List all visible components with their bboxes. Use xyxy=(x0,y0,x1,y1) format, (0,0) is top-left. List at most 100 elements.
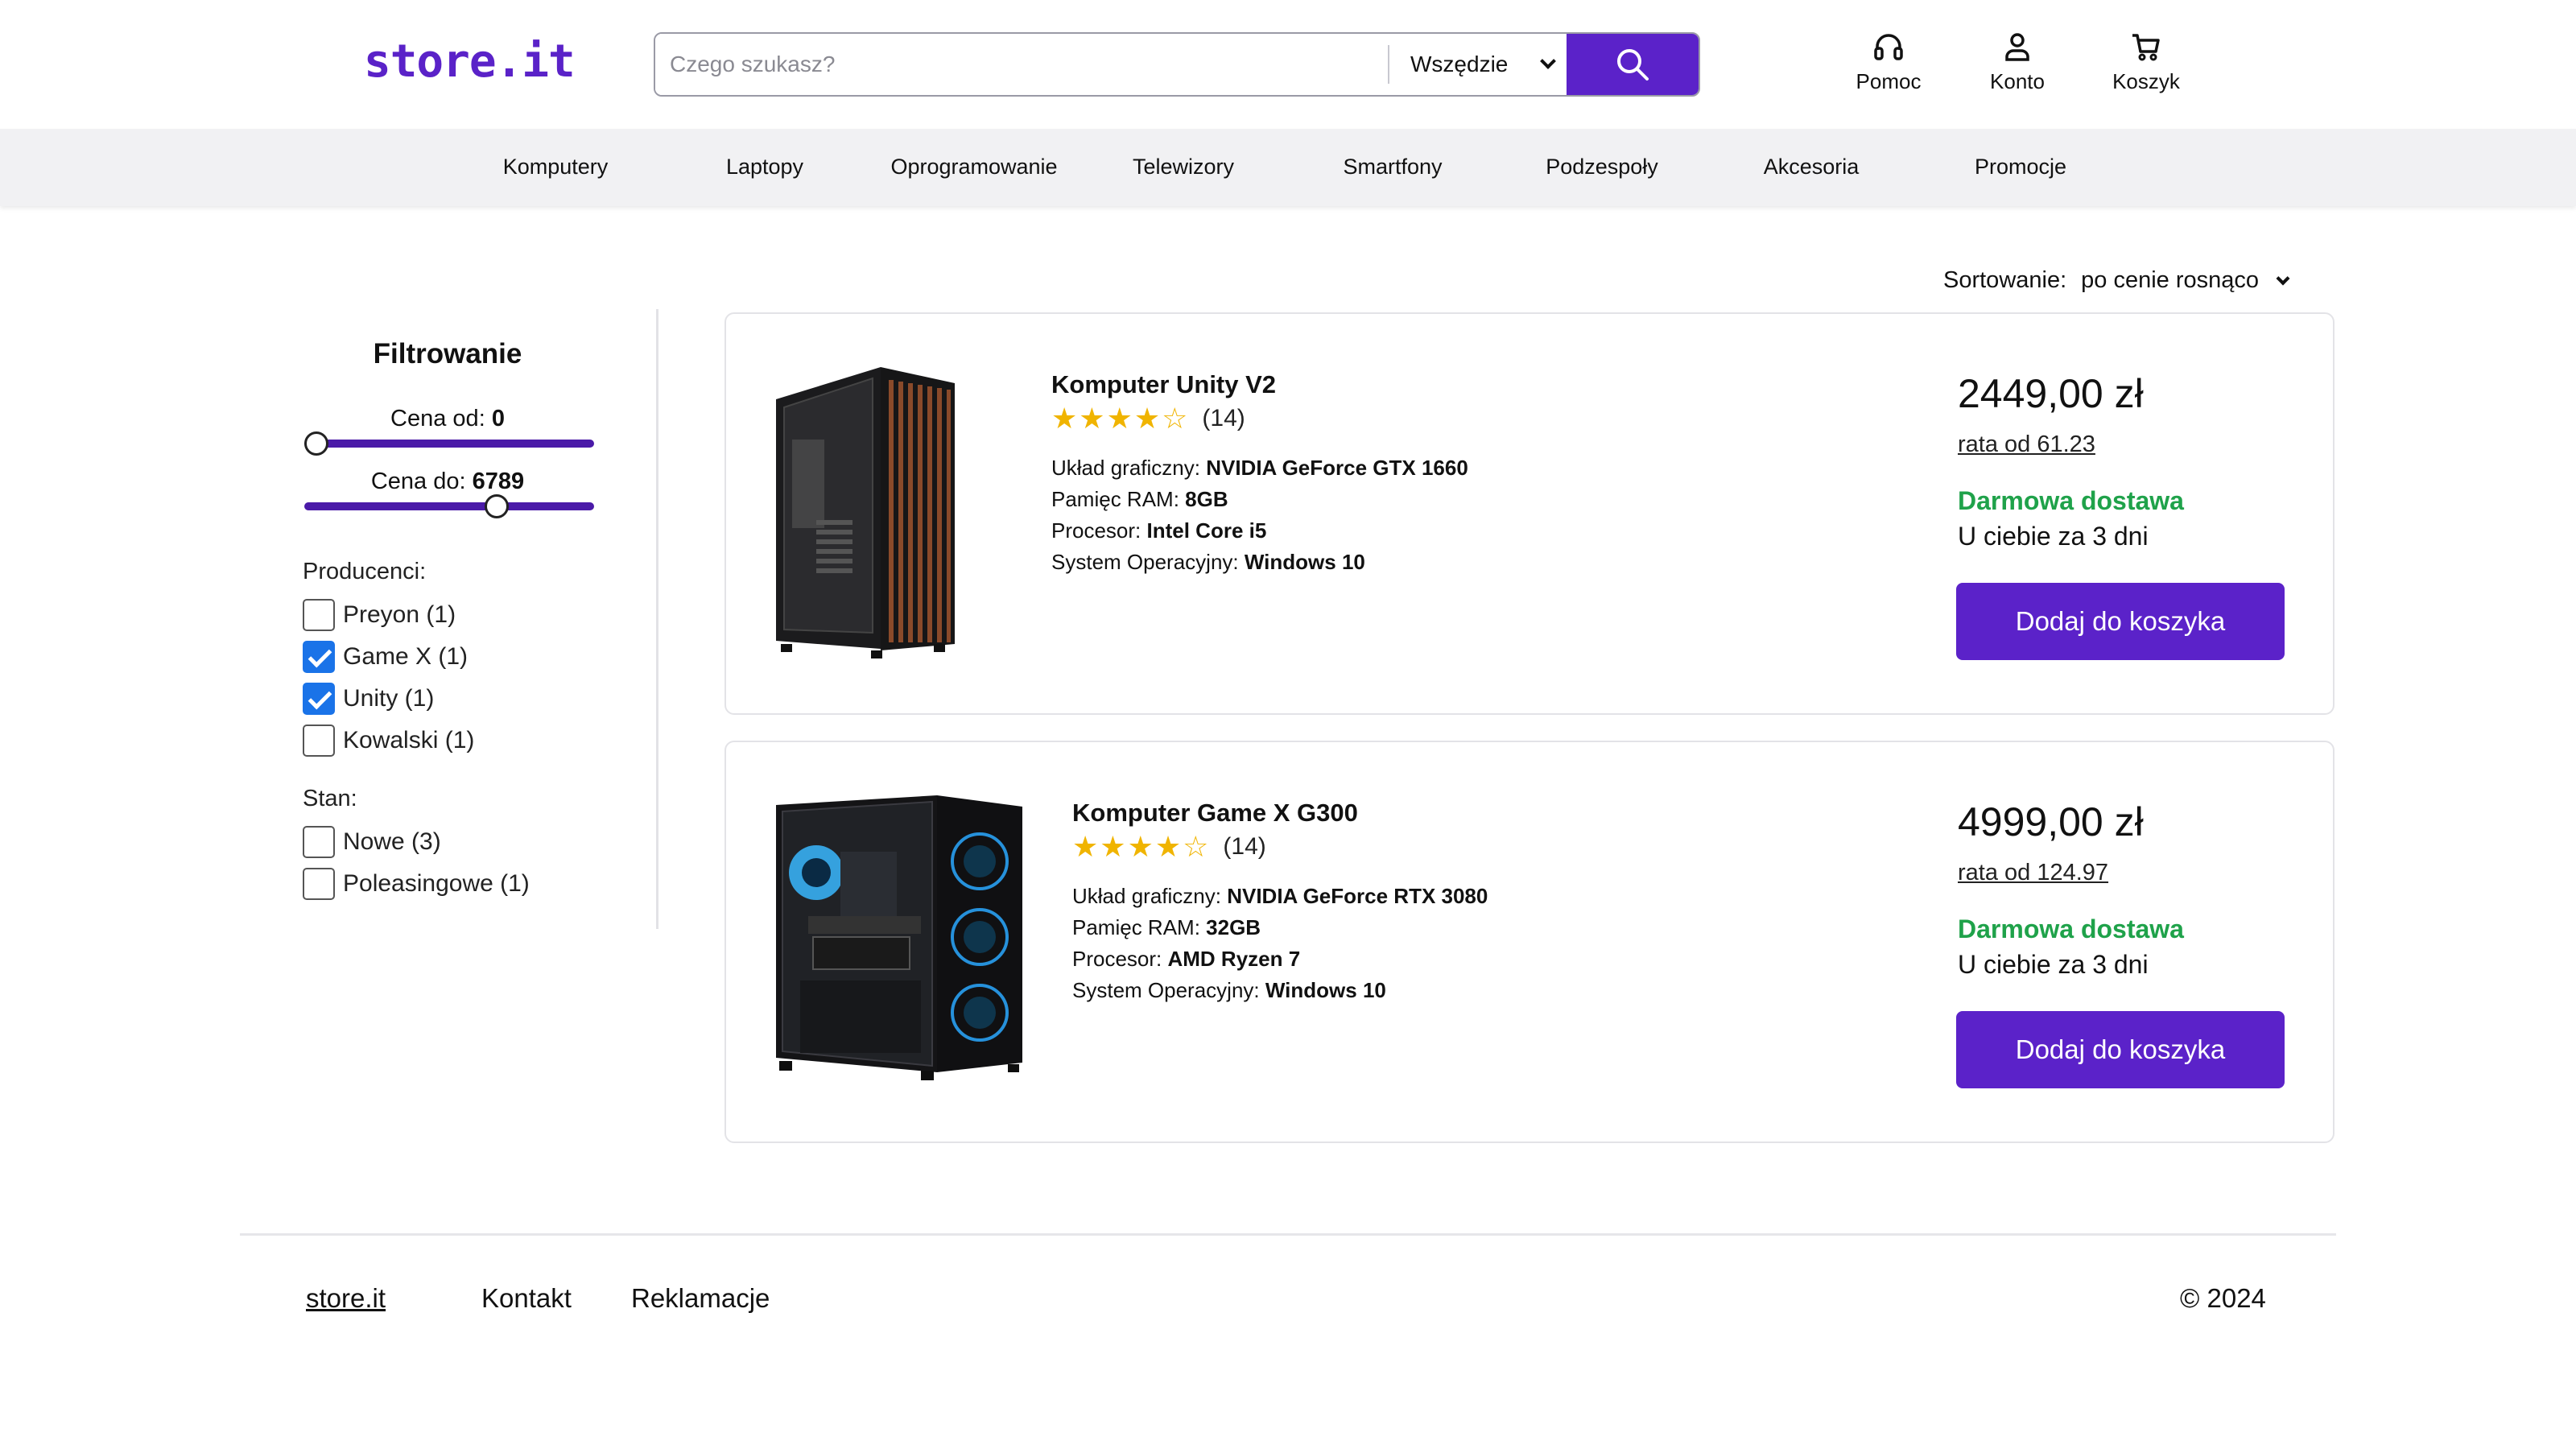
star-filled-icon: ★ xyxy=(1051,402,1078,435)
rating-stars: ★ ★ ★ ★ ☆ (14) xyxy=(1072,832,1266,861)
footer-divider xyxy=(240,1233,2336,1236)
free-shipping-label: Darmowa dostawa xyxy=(1958,914,2184,943)
price-from-track[interactable] xyxy=(304,440,594,448)
review-count: (14) xyxy=(1202,405,1245,431)
chevron-down-icon xyxy=(1540,53,1556,69)
search-scope-select[interactable]: Wszędzie xyxy=(1389,34,1567,95)
product-card[interactable]: Komputer Game X G300 ★ ★ ★ ★ ☆ (14) Ukła… xyxy=(724,741,2334,1143)
price-from-value: 0 xyxy=(491,406,505,431)
account-button[interactable]: Konto xyxy=(1969,31,2066,94)
condition-option-new[interactable]: Nowe (3) xyxy=(303,826,441,858)
sort-label: Sortowanie: xyxy=(1943,267,2067,293)
spec-gpu: Układ graficzny: NVIDIA GeForce GTX 1660 xyxy=(1051,456,1468,480)
nav-item-komputery[interactable]: Komputery xyxy=(451,155,660,180)
nav-item-podzespoly[interactable]: Podzespoły xyxy=(1497,155,1707,180)
product-specs: Układ graficzny: NVIDIA GeForce RTX 3080… xyxy=(1072,881,1488,1006)
spec-ram: Pamięc RAM: 32GB xyxy=(1072,915,1261,939)
star-filled-icon: ★ xyxy=(1127,830,1154,863)
help-button[interactable]: Pomoc xyxy=(1840,31,1937,94)
manufacturers-heading: Producenci: xyxy=(303,559,427,584)
search-icon xyxy=(1617,49,1649,80)
checkbox[interactable] xyxy=(303,724,335,757)
delivery-time: U ciebie za 3 dni xyxy=(1958,522,2149,551)
price-from-label: Cena od: 0 xyxy=(390,406,505,431)
user-icon xyxy=(2005,33,2029,61)
free-shipping-label: Darmowa dostawa xyxy=(1958,486,2184,515)
star-filled-icon: ★ xyxy=(1133,402,1161,435)
category-nav: Komputery Laptopy Oprogramowanie Telewiz… xyxy=(0,129,2576,206)
header: store.it Wszędzie Pomoc Konto xyxy=(0,0,2576,129)
price-to-slider-handle[interactable] xyxy=(485,494,510,518)
checkbox[interactable] xyxy=(303,868,335,900)
product-price: 2449,00 zł xyxy=(1958,371,2144,416)
product-image[interactable] xyxy=(776,795,1022,1088)
footer-link-contact[interactable]: Kontakt xyxy=(481,1283,572,1314)
spec-os: System Operacyjny: Windows 10 xyxy=(1072,978,1386,1002)
product-name[interactable]: Komputer Unity V2 xyxy=(1051,370,1276,399)
star-filled-icon: ★ xyxy=(1072,830,1099,863)
nav-item-akcesoria[interactable]: Akcesoria xyxy=(1707,155,1916,180)
installment-link[interactable]: rata od 124.97 xyxy=(1958,860,2108,886)
add-to-cart-button[interactable]: Dodaj do koszyka xyxy=(1956,583,2285,660)
manufacturer-option-preyon[interactable]: Preyon (1) xyxy=(303,599,456,631)
product-name[interactable]: Komputer Game X G300 xyxy=(1072,799,1358,828)
filter-panel: Filtrowanie Cena od: 0 Cena do: 6789 Pro… xyxy=(303,309,658,929)
star-filled-icon: ★ xyxy=(1100,830,1126,863)
product-image[interactable] xyxy=(776,367,955,658)
search-input[interactable] xyxy=(655,34,1388,95)
spec-gpu: Układ graficzny: NVIDIA GeForce RTX 3080 xyxy=(1072,884,1488,908)
nav-item-laptopy[interactable]: Laptopy xyxy=(660,155,869,180)
add-to-cart-button[interactable]: Dodaj do koszyka xyxy=(1956,1011,2285,1088)
help-label: Pomoc xyxy=(1856,69,1922,93)
search-scope-value: Wszędzie xyxy=(1410,52,1509,76)
star-filled-icon: ★ xyxy=(1079,402,1105,435)
manufacturer-option-kowalski[interactable]: Kowalski (1) xyxy=(303,724,474,757)
footer-copyright: © 2024 xyxy=(2180,1283,2266,1313)
condition-option-post-lease[interactable]: Poleasingowe (1) xyxy=(303,868,530,900)
checkbox[interactable] xyxy=(303,599,335,631)
footer-brand-link[interactable]: store.it xyxy=(306,1283,386,1314)
spec-ram: Pamięc RAM: 8GB xyxy=(1051,487,1228,511)
account-label: Konto xyxy=(1990,69,2045,93)
price-from-slider-handle[interactable] xyxy=(304,431,328,456)
review-count: (14) xyxy=(1223,833,1266,860)
search-button[interactable] xyxy=(1567,34,1699,95)
price-to-value: 6789 xyxy=(472,469,525,494)
cart-icon xyxy=(2132,34,2160,61)
checkbox[interactable] xyxy=(303,641,335,673)
spec-os: System Operacyjny: Windows 10 xyxy=(1051,550,1365,574)
star-empty-icon: ☆ xyxy=(1183,830,1209,863)
checkbox[interactable] xyxy=(303,826,335,858)
sort-value: po cenie rosnąco xyxy=(2081,267,2260,293)
rating-stars: ★ ★ ★ ★ ☆ (14) xyxy=(1051,404,1245,433)
nav-item-oprogramowanie[interactable]: Oprogramowanie xyxy=(869,155,1079,180)
nav-item-telewizory[interactable]: Telewizory xyxy=(1079,155,1288,180)
price-to-track[interactable] xyxy=(304,502,594,510)
headphones-icon xyxy=(1874,34,1903,60)
footer-link-complaints[interactable]: Reklamacje xyxy=(631,1283,770,1314)
logo[interactable]: store.it xyxy=(364,35,576,88)
sort-select[interactable]: Sortowanie: po cenie rosnąco xyxy=(1943,267,2290,294)
chevron-down-icon xyxy=(2276,271,2290,285)
checkbox[interactable] xyxy=(303,683,335,715)
star-filled-icon: ★ xyxy=(1106,402,1133,435)
cart-label: Koszyk xyxy=(2112,69,2180,93)
star-empty-icon: ☆ xyxy=(1162,402,1188,435)
spec-cpu: Procesor: Intel Core i5 xyxy=(1051,518,1267,543)
product-price: 4999,00 zł xyxy=(1958,799,2144,844)
product-specs: Układ graficzny: NVIDIA GeForce GTX 1660… xyxy=(1051,452,1468,578)
nav-item-smartfony[interactable]: Smartfony xyxy=(1288,155,1497,180)
search-bar: Wszędzie xyxy=(654,32,1700,97)
filter-title: Filtrowanie xyxy=(373,338,522,369)
condition-heading: Stan: xyxy=(303,786,357,811)
spec-cpu: Procesor: AMD Ryzen 7 xyxy=(1072,947,1301,971)
cart-button[interactable]: Koszyk xyxy=(2098,31,2194,94)
installment-link[interactable]: rata od 61.23 xyxy=(1958,431,2095,458)
star-filled-icon: ★ xyxy=(1154,830,1182,863)
manufacturer-option-unity[interactable]: Unity (1) xyxy=(303,683,434,715)
manufacturer-option-game-x[interactable]: Game X (1) xyxy=(303,641,468,673)
delivery-time: U ciebie za 3 dni xyxy=(1958,950,2149,979)
nav-item-promocje[interactable]: Promocje xyxy=(1916,155,2125,180)
product-card[interactable]: Komputer Unity V2 ★ ★ ★ ★ ☆ (14) Układ g… xyxy=(724,312,2334,715)
price-to-label: Cena do: 6789 xyxy=(370,469,525,494)
